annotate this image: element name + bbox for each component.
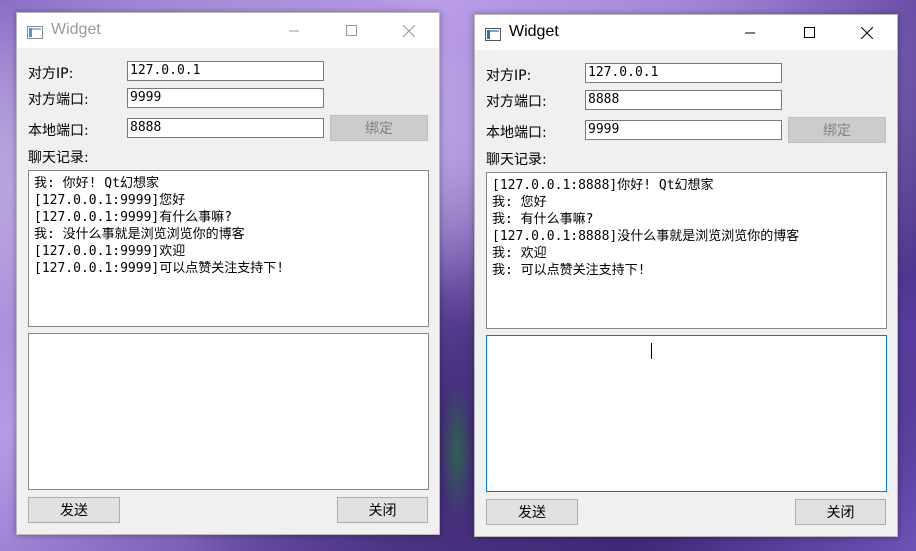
app-window-icon [485, 26, 501, 41]
app-window-icon [27, 24, 43, 39]
peer-port-label: 对方端口: [486, 94, 547, 110]
maximize-icon [803, 27, 815, 38]
peer-ip-label: 对方IP: [486, 68, 532, 84]
minimize-icon [745, 32, 755, 33]
peer-ip-input[interactable]: 127.0.0.1 [127, 61, 324, 81]
chat-line: [127.0.0.1:8888]你好! Qt幻想家 [492, 178, 714, 193]
minimize-icon [289, 30, 299, 31]
maximize-icon [345, 25, 357, 36]
bind-button[interactable]: 绑定 [788, 117, 886, 143]
local-port-input[interactable]: 9999 [585, 120, 782, 140]
window-title: Widget [51, 21, 101, 38]
chat-log-label: 聊天记录: [28, 150, 89, 166]
chat-line: [127.0.0.1:9999]您好 [34, 193, 186, 208]
message-input[interactable] [28, 333, 429, 490]
chat-line: 我: 您好 [492, 195, 547, 210]
minimize-button[interactable] [271, 13, 317, 48]
chat-line: [127.0.0.1:9999]可以点赞关注支持下! [34, 261, 285, 276]
peer-ip-label: 对方IP: [28, 66, 74, 82]
chat-log-area[interactable]: 我: 你好! Qt幻想家 [127.0.0.1:9999]您好 [127.0.0… [28, 170, 429, 327]
text-caret [651, 343, 652, 359]
message-input[interactable] [486, 335, 887, 492]
maximize-button[interactable] [786, 15, 832, 50]
local-port-input[interactable]: 8888 [127, 118, 324, 138]
background-splash [440, 380, 474, 520]
chat-line: 我: 你好! Qt幻想家 [34, 176, 159, 191]
peer-port-label: 对方端口: [28, 92, 89, 108]
peer-ip-input[interactable]: 127.0.0.1 [585, 63, 782, 83]
window-title: Widget [509, 23, 559, 40]
chat-line: 我: 有什么事嘛? [492, 212, 594, 227]
close-button[interactable]: 关闭 [795, 499, 886, 525]
chat-line: [127.0.0.1:8888]没什么事就是浏览浏览你的博客 [492, 229, 800, 244]
chat-line: [127.0.0.1:9999]有什么事嘛? [34, 210, 233, 225]
left-widget-window: Widget 对方IP: 127.0.0.1 对方端口: 9999 本地端口: … [16, 12, 440, 535]
minimize-button[interactable] [727, 15, 773, 50]
chat-log-label: 聊天记录: [486, 152, 547, 168]
right-widget-window: Widget 对方IP: 127.0.0.1 对方端口: 8888 本地端口: … [474, 14, 898, 537]
title-bar[interactable]: Widget [475, 15, 897, 50]
title-bar[interactable]: Widget [17, 13, 439, 48]
bind-button[interactable]: 绑定 [330, 115, 428, 141]
close-button[interactable]: 关闭 [337, 497, 428, 523]
close-icon [861, 26, 873, 39]
chat-log-area[interactable]: [127.0.0.1:8888]你好! Qt幻想家 我: 您好 我: 有什么事嘛… [486, 172, 887, 329]
chat-line: [127.0.0.1:9999]欢迎 [34, 244, 186, 259]
close-window-button[interactable] [844, 15, 890, 50]
chat-line: 我: 没什么事就是浏览浏览你的博客 [34, 227, 245, 242]
chat-line: 我: 可以点赞关注支持下! [492, 263, 646, 278]
local-port-label: 本地端口: [28, 123, 89, 139]
send-button[interactable]: 发送 [28, 497, 120, 523]
peer-port-input[interactable]: 8888 [585, 90, 782, 110]
send-button[interactable]: 发送 [486, 499, 578, 525]
close-window-button[interactable] [386, 13, 432, 48]
peer-port-input[interactable]: 9999 [127, 88, 324, 108]
local-port-label: 本地端口: [486, 125, 547, 141]
close-icon [403, 24, 415, 37]
maximize-button[interactable] [328, 13, 374, 48]
chat-line: 我: 欢迎 [492, 246, 547, 261]
